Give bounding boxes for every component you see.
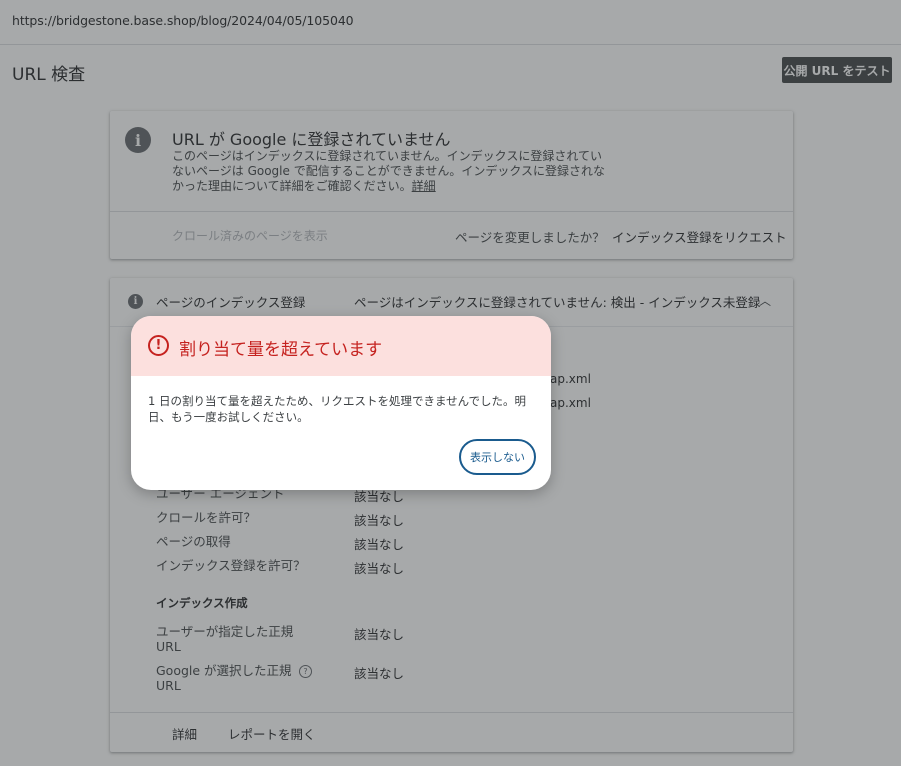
dialog-header: ! 割り当て量を超えています [131,316,551,376]
dismiss-button[interactable]: 表示しない [459,439,536,475]
dialog-title: 割り当て量を超えています [179,340,383,360]
alert-circle-icon: ! [148,335,169,356]
quota-exceeded-dialog: ! 割り当て量を超えています 1 日の割り当て量を超えたため、リクエストを処理で… [131,316,551,490]
dialog-message: 1 日の割り当て量を超えたため、リクエストを処理できませんでした。明日、もう一度… [148,394,527,424]
